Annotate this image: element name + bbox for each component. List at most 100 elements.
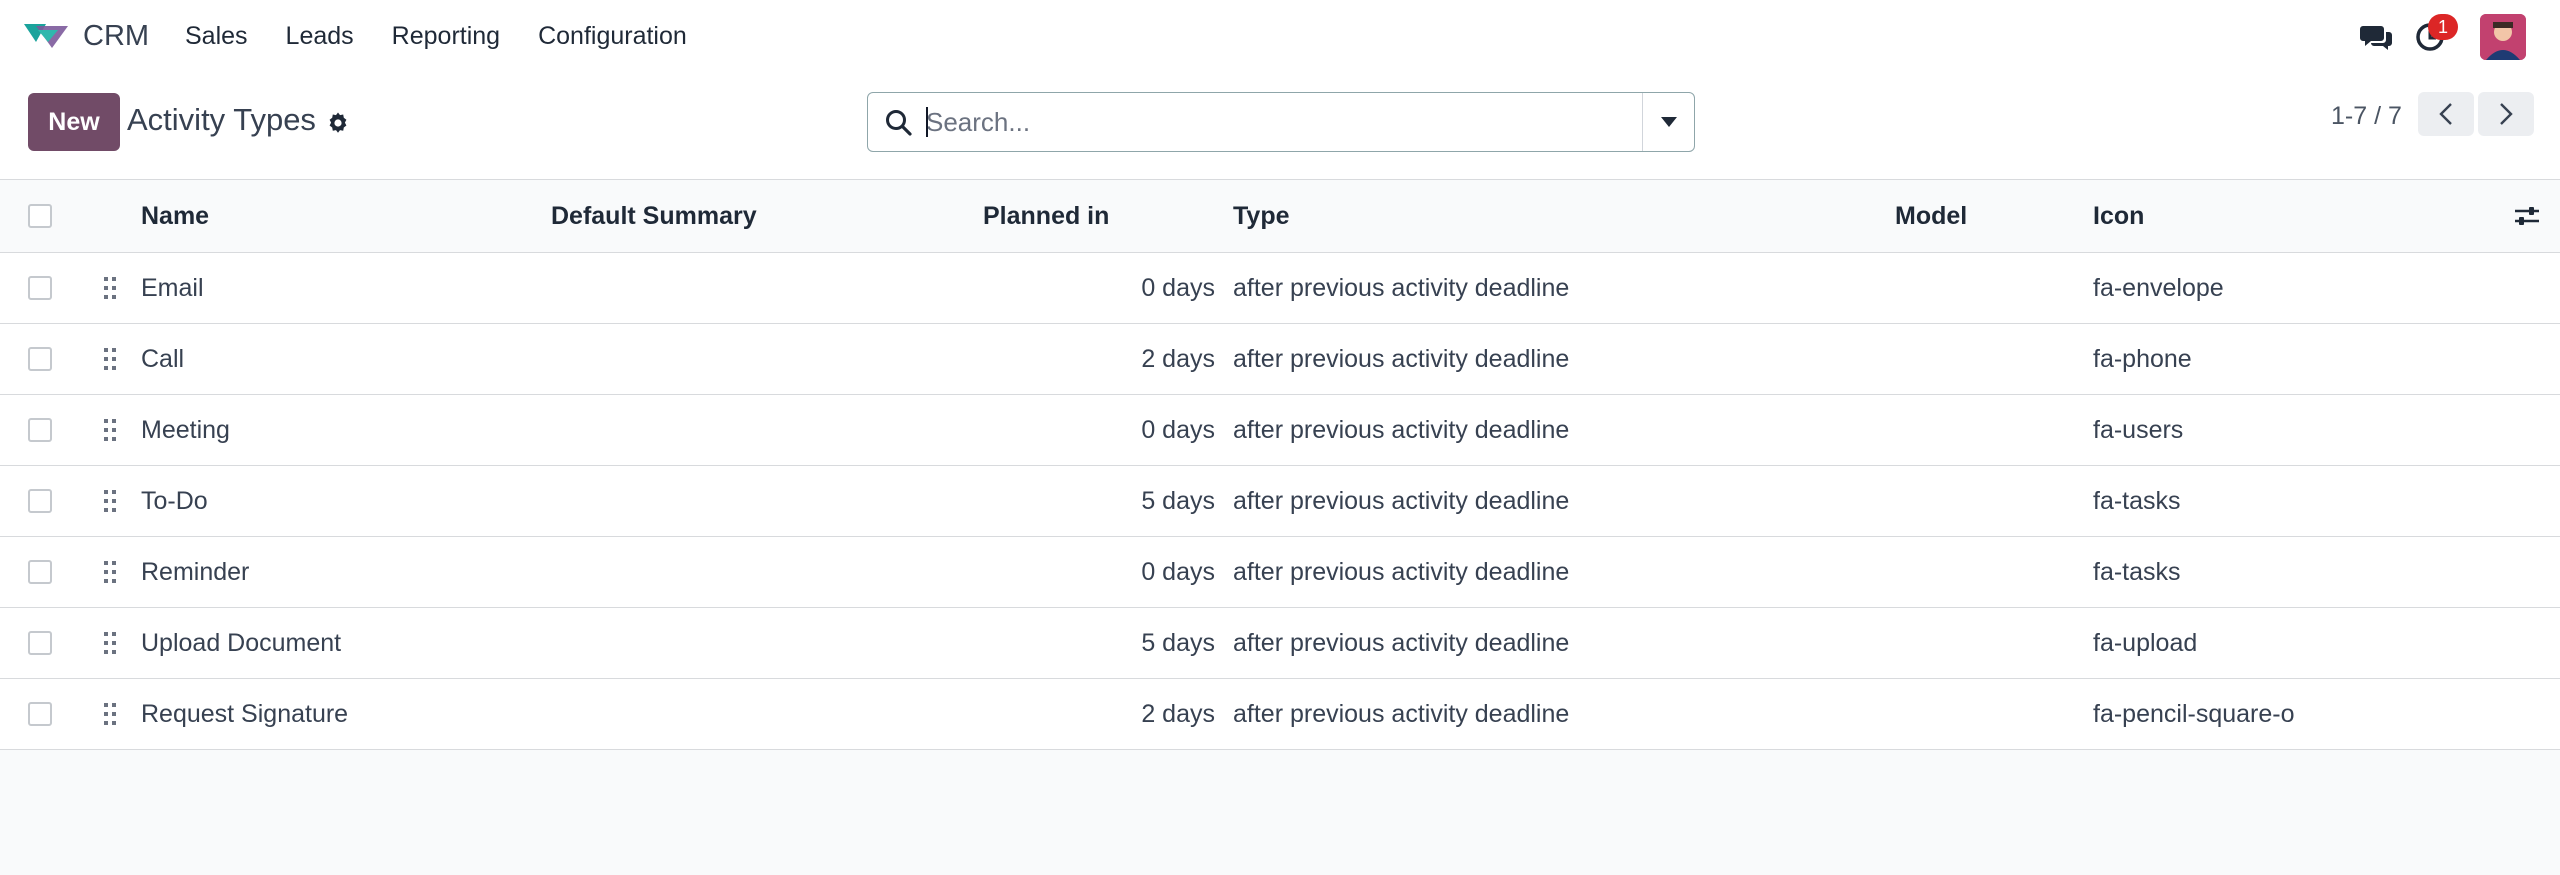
column-header-icon[interactable]: Icon	[2093, 180, 2144, 252]
cell-type: after previous activity deadline	[1233, 344, 1570, 373]
cell-type: after previous activity deadline	[1233, 628, 1570, 657]
row-checkbox[interactable]	[28, 347, 52, 371]
cell-icon: fa-tasks	[2093, 557, 2181, 586]
cell-planned-in: 0 days	[1141, 415, 1215, 444]
table-row[interactable]: Reminder 0 days after previous activity …	[0, 537, 2560, 608]
control-panel: New Activity Types 1-7 / 7	[0, 74, 2560, 180]
menu-item-leads[interactable]: Leads	[286, 22, 354, 51]
cell-name: Upload Document	[141, 628, 342, 657]
activity-types-list: Name Default Summary Planned in Type Mod…	[0, 180, 2560, 750]
cell-icon: fa-pencil-square-o	[2093, 699, 2295, 728]
pager-previous-button[interactable]	[2418, 92, 2474, 136]
row-checkbox[interactable]	[28, 560, 52, 584]
column-header-default-summary[interactable]: Default Summary	[551, 180, 757, 252]
search-options-toggle[interactable]	[1642, 93, 1694, 151]
cell-planned-in: 0 days	[1141, 557, 1215, 586]
caret-down-icon	[1660, 117, 1677, 127]
menu-item-sales[interactable]: Sales	[185, 22, 248, 51]
top-navbar: CRM Sales Leads Reporting Configuration …	[0, 0, 2560, 74]
drag-handle-icon	[104, 419, 116, 441]
cell-type: after previous activity deadline	[1233, 273, 1570, 302]
menu-item-configuration[interactable]: Configuration	[538, 22, 687, 51]
column-header-type[interactable]: Type	[1233, 180, 1290, 252]
column-header-name[interactable]: Name	[141, 180, 209, 252]
messaging-icon[interactable]	[2360, 22, 2394, 52]
user-avatar[interactable]	[2480, 14, 2526, 60]
row-checkbox[interactable]	[28, 276, 52, 300]
row-checkbox[interactable]	[28, 631, 52, 655]
table-row[interactable]: Request Signature 2 days after previous …	[0, 679, 2560, 750]
cell-name: Request Signature	[141, 699, 349, 728]
drag-handle[interactable]	[102, 466, 118, 536]
drag-handle[interactable]	[102, 324, 118, 394]
gear-icon[interactable]	[326, 111, 350, 135]
drag-handle[interactable]	[102, 537, 118, 607]
cell-type: after previous activity deadline	[1233, 699, 1570, 728]
drag-handle-icon	[104, 277, 116, 299]
activity-badge: 1	[2428, 14, 2458, 40]
row-checkbox-cell	[28, 608, 52, 678]
cell-name: Reminder	[141, 557, 250, 586]
cell-name: Meeting	[141, 415, 230, 444]
search-icon	[886, 110, 912, 136]
app-name[interactable]: CRM	[83, 20, 149, 53]
search-box	[867, 92, 1695, 152]
chevron-right-icon	[2500, 103, 2513, 125]
drag-handle-icon	[104, 348, 116, 370]
cell-icon: fa-phone	[2093, 344, 2192, 373]
cell-icon: fa-upload	[2093, 628, 2198, 657]
table-header: Name Default Summary Planned in Type Mod…	[0, 180, 2560, 253]
row-checkbox-cell	[28, 466, 52, 536]
table-row[interactable]: Meeting 0 days after previous activity d…	[0, 395, 2560, 466]
text-cursor	[926, 107, 928, 137]
cell-name: To-Do	[141, 486, 208, 515]
row-checkbox-cell	[28, 537, 52, 607]
cell-name: Email	[141, 273, 204, 302]
main-menu: Sales Leads Reporting Configuration	[185, 22, 725, 51]
select-all-cell	[28, 180, 52, 252]
pager-next-button[interactable]	[2478, 92, 2534, 136]
column-header-model[interactable]: Model	[1895, 180, 1967, 252]
cell-planned-in: 5 days	[1141, 628, 1215, 657]
table-row[interactable]: Call 2 days after previous activity dead…	[0, 324, 2560, 395]
sliders-icon	[2515, 207, 2539, 225]
crm-logo-icon[interactable]	[22, 20, 70, 52]
search-input[interactable]	[926, 101, 1626, 143]
table-row[interactable]: To-Do 5 days after previous activity dea…	[0, 466, 2560, 537]
new-button[interactable]: New	[28, 93, 120, 151]
row-checkbox-cell	[28, 679, 52, 749]
cell-icon: fa-tasks	[2093, 486, 2181, 515]
menu-item-reporting[interactable]: Reporting	[392, 22, 500, 51]
row-checkbox-cell	[28, 395, 52, 465]
drag-handle-icon	[104, 561, 116, 583]
cell-type: after previous activity deadline	[1233, 415, 1570, 444]
select-all-checkbox[interactable]	[28, 204, 52, 228]
cell-icon: fa-users	[2093, 415, 2184, 444]
cell-type: after previous activity deadline	[1233, 557, 1570, 586]
cell-icon: fa-envelope	[2093, 273, 2224, 302]
cell-planned-in: 2 days	[1141, 699, 1215, 728]
row-checkbox-cell	[28, 253, 52, 323]
pager-value[interactable]: 1-7 / 7	[2331, 102, 2402, 131]
column-header-planned-in[interactable]: Planned in	[983, 180, 1109, 252]
row-checkbox[interactable]	[28, 489, 52, 513]
page-title: Activity Types	[127, 102, 316, 137]
drag-handle[interactable]	[102, 679, 118, 749]
drag-handle-icon	[104, 703, 116, 725]
row-checkbox[interactable]	[28, 418, 52, 442]
drag-handle-icon	[104, 490, 116, 512]
table-row[interactable]: Upload Document 5 days after previous ac…	[0, 608, 2560, 679]
drag-handle-icon	[104, 632, 116, 654]
table-row[interactable]: Email 0 days after previous activity dea…	[0, 253, 2560, 324]
row-checkbox[interactable]	[28, 702, 52, 726]
cell-name: Call	[141, 344, 185, 373]
cell-planned-in: 5 days	[1141, 486, 1215, 515]
cell-type: after previous activity deadline	[1233, 486, 1570, 515]
row-checkbox-cell	[28, 324, 52, 394]
drag-handle[interactable]	[102, 253, 118, 323]
cell-planned-in: 0 days	[1141, 273, 1215, 302]
drag-handle[interactable]	[102, 395, 118, 465]
drag-handle[interactable]	[102, 608, 118, 678]
optional-columns-toggle[interactable]	[2514, 180, 2540, 252]
cell-planned-in: 2 days	[1141, 344, 1215, 373]
